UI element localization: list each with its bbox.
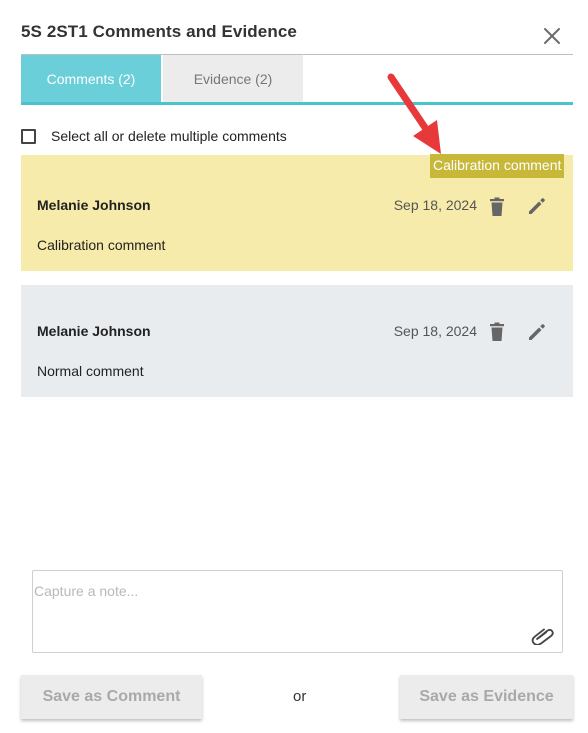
comment-card-normal: Melanie Johnson Sep 18, 2024 Normal comm… [21, 285, 573, 397]
select-all-row: Select all or delete multiple comments [21, 128, 287, 144]
paperclip-icon[interactable] [530, 625, 554, 645]
save-as-comment-button[interactable]: Save as Comment [21, 675, 202, 719]
tab-underline [21, 102, 573, 105]
comment-date: Sep 18, 2024 [393, 197, 477, 213]
trash-icon[interactable] [489, 197, 505, 217]
or-separator: or [293, 688, 307, 705]
tab-evidence[interactable]: Evidence (2) [163, 55, 303, 102]
close-icon[interactable] [542, 26, 562, 46]
pencil-icon[interactable] [527, 196, 547, 216]
pencil-icon[interactable] [527, 322, 547, 342]
comment-author: Melanie Johnson [37, 197, 151, 213]
tab-comments[interactable]: Comments (2) [21, 55, 161, 102]
dialog-title: 5S 2ST1 Comments and Evidence [21, 22, 297, 41]
annotation-arrow-icon [387, 73, 441, 154]
note-box [32, 570, 563, 653]
tab-bar: Comments (2) Evidence (2) [21, 55, 573, 105]
trash-icon[interactable] [489, 322, 505, 342]
note-input[interactable] [33, 571, 562, 611]
comment-date: Sep 18, 2024 [393, 323, 477, 339]
comment-text: Calibration comment [37, 237, 166, 253]
comment-text: Normal comment [37, 363, 144, 379]
save-as-evidence-button[interactable]: Save as Evidence [400, 675, 573, 719]
tab-comments-label: Comments (2) [46, 70, 136, 87]
select-all-label: Select all or delete multiple comments [51, 128, 287, 144]
select-all-checkbox[interactable] [21, 128, 36, 144]
tab-evidence-label: Evidence (2) [193, 70, 273, 87]
comment-author: Melanie Johnson [37, 323, 151, 339]
